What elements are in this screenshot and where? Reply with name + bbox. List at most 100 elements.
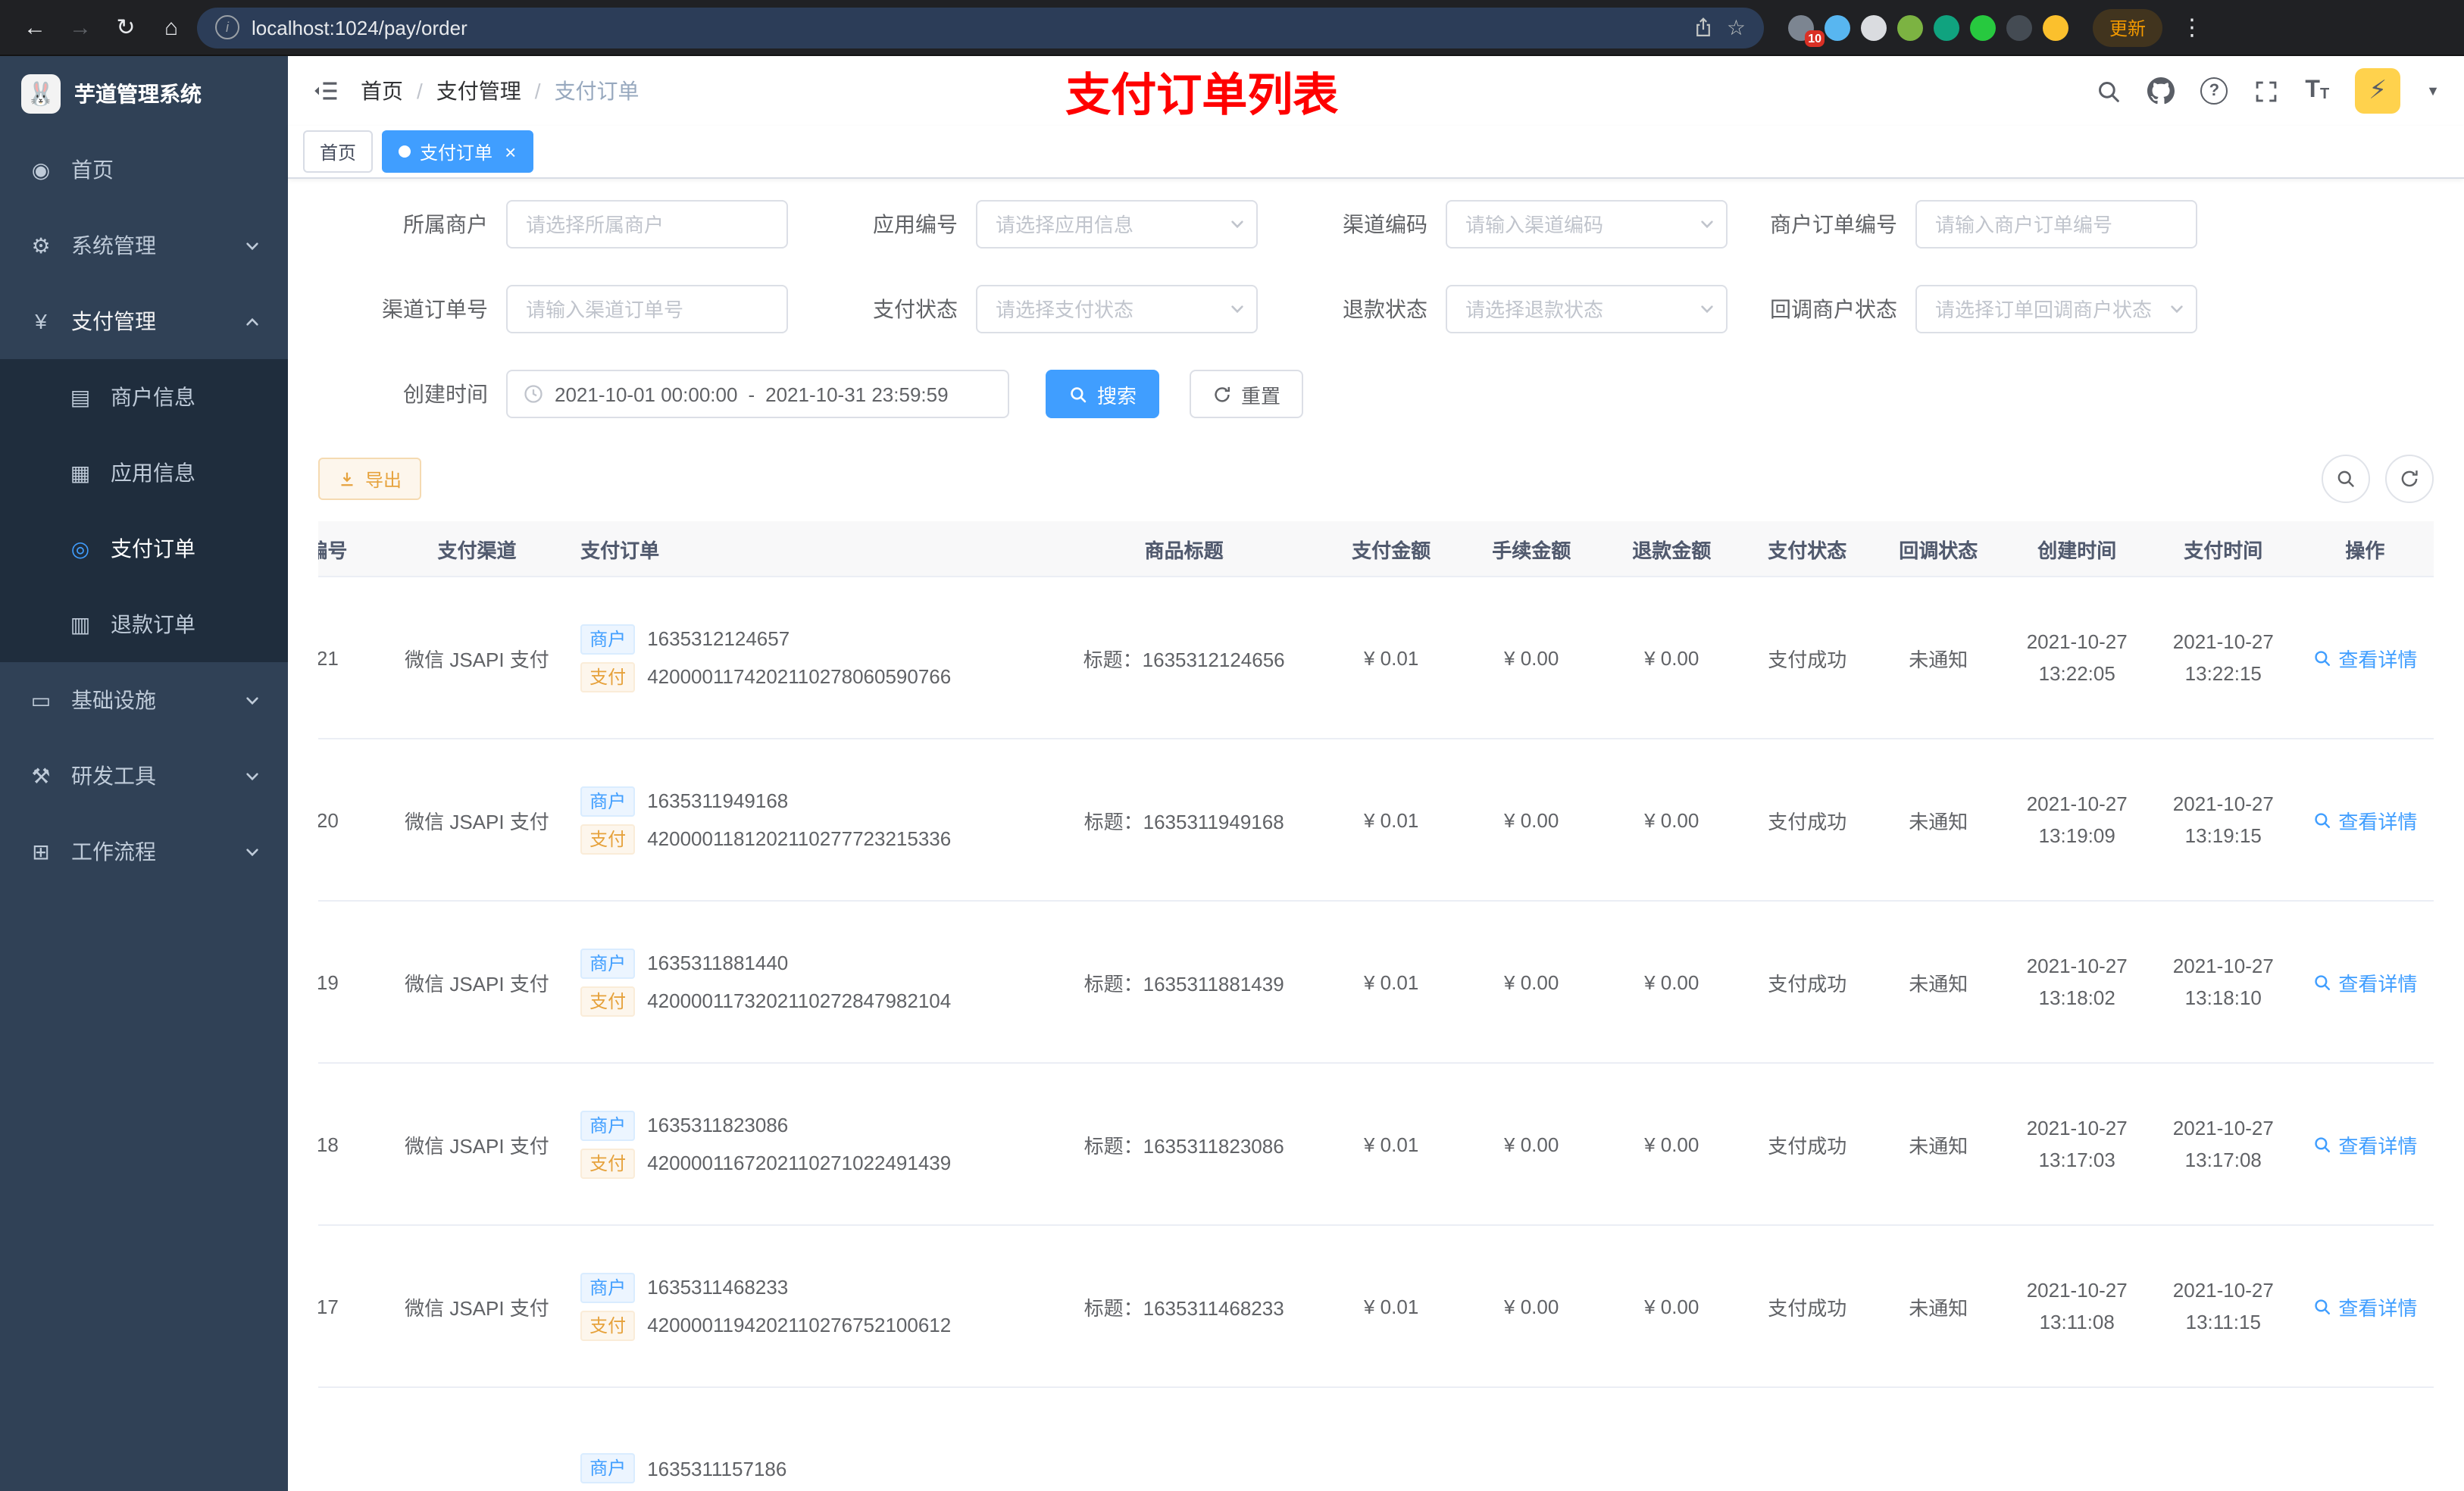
view-detail-link[interactable]: 查看详情 bbox=[2312, 1130, 2417, 1158]
sidebar-item-merchant-info[interactable]: ▤ 商户信息 bbox=[0, 359, 288, 435]
forward-icon[interactable]: → bbox=[61, 8, 100, 47]
filter-pay-status-input[interactable] bbox=[976, 285, 1258, 333]
refresh-button[interactable] bbox=[2385, 455, 2434, 503]
view-detail-link[interactable]: 查看详情 bbox=[2312, 805, 2417, 834]
cell-title: 标题：1635311823086 bbox=[1046, 1063, 1321, 1226]
back-icon[interactable]: ← bbox=[15, 8, 55, 47]
sidebar-item-dev-tools[interactable]: ⚒ 研发工具 bbox=[0, 738, 288, 814]
cell-order: 商户 1635311823086 支付 42000011672021102710224… bbox=[571, 1063, 1047, 1226]
col-order: 支付订单 bbox=[571, 521, 1047, 577]
filter-channel-code-input[interactable] bbox=[1446, 200, 1728, 248]
site-info-icon[interactable]: i bbox=[215, 15, 239, 39]
fullscreen-icon[interactable] bbox=[2253, 78, 2279, 104]
cell-create_time: 2021-10-27 13:18:02 bbox=[2003, 901, 2150, 1064]
extension-light-ring[interactable] bbox=[1861, 14, 1887, 40]
reset-button[interactable]: 重置 bbox=[1190, 370, 1304, 418]
gear-icon: ⚙ bbox=[31, 233, 51, 257]
sidebar-item-infrastructure[interactable]: ▭ 基础设施 bbox=[0, 662, 288, 738]
extension-chatgpt[interactable] bbox=[1934, 14, 1959, 40]
cell-id bbox=[318, 1387, 383, 1491]
user-avatar[interactable]: ⚡ bbox=[2355, 68, 2401, 114]
cell-pay_time bbox=[2150, 1387, 2297, 1491]
screen: ← → ↻ ⌂ i localhost:1024/pay/order ☆ 10 … bbox=[0, 0, 2464, 1491]
view-detail-link[interactable]: 查看详情 bbox=[2312, 1292, 2417, 1321]
share-icon[interactable] bbox=[1693, 17, 1715, 38]
browser-update-button[interactable]: 更新 bbox=[2093, 8, 2163, 46]
sidebar-item-app-info[interactable]: ▦ 应用信息 bbox=[0, 435, 288, 511]
sidebar-toggle-icon[interactable] bbox=[312, 77, 339, 105]
extension-green-dot[interactable] bbox=[1897, 14, 1923, 40]
reload-icon[interactable]: ↻ bbox=[106, 8, 145, 47]
sidebar-item-payment-order[interactable]: ◎ 支付订单 bbox=[0, 511, 288, 586]
order-number: 4200001167202110271022491439 bbox=[647, 1152, 952, 1174]
cell-create_time bbox=[2003, 1387, 2150, 1491]
breadcrumb-pay-management[interactable]: 支付管理 bbox=[436, 76, 521, 106]
help-icon[interactable]: ? bbox=[2200, 77, 2228, 105]
app-logo[interactable]: 🐰 芋道管理系统 bbox=[0, 56, 288, 132]
view-detail-link[interactable]: 查看详情 bbox=[2312, 643, 2417, 672]
tabs-bar: 首页 支付订单 × bbox=[288, 126, 2464, 179]
tab-home[interactable]: 首页 bbox=[303, 130, 374, 173]
view-detail-label: 查看详情 bbox=[2338, 1296, 2418, 1319]
extension-colorful[interactable]: 10 bbox=[1788, 14, 1825, 46]
target-icon: ◎ bbox=[70, 536, 90, 560]
filter-label: 创建时间 bbox=[403, 382, 488, 406]
order-number: 1635312124657 bbox=[647, 627, 790, 650]
cell-amount: ¥ 0.01 bbox=[1321, 1225, 1462, 1388]
filter-channel-order-no-input[interactable] bbox=[506, 285, 788, 333]
chevron-down-icon[interactable]: ▼ bbox=[2426, 83, 2440, 98]
cell-notify: 未通知 bbox=[1872, 1063, 2004, 1226]
cell-id: 17 bbox=[318, 1225, 383, 1388]
search-icon[interactable] bbox=[2096, 78, 2122, 104]
order-no-line: 支付 4200001173202110272847982104 bbox=[580, 986, 1038, 1016]
cell-create_time: 2021-10-27 13:11:08 bbox=[2003, 1225, 2150, 1388]
tab-label: 首页 bbox=[320, 142, 357, 163]
table-row: 19 微信 JSAPI 支付 商户 1635311881440 支付 4200001173… bbox=[318, 901, 2434, 1064]
cell-id: 19 bbox=[318, 901, 383, 1064]
sidebar-item-payment-management[interactable]: ¥ 支付管理 bbox=[0, 283, 288, 359]
font-size-icon[interactable]: TT bbox=[2305, 78, 2329, 103]
sidebar-item-refund-order[interactable]: ▥ 退款订单 bbox=[0, 586, 288, 662]
table-row: 商户 1635311157186 bbox=[318, 1387, 2434, 1491]
sidebar-item-label: 应用信息 bbox=[111, 461, 195, 485]
tab-payment-order[interactable]: 支付订单 × bbox=[382, 130, 533, 173]
extension-green-square[interactable] bbox=[1970, 14, 1996, 40]
breadcrumb-home[interactable]: 首页 bbox=[361, 76, 403, 106]
github-icon[interactable] bbox=[2147, 77, 2175, 105]
create-time-range-input[interactable]: 2021-10-01 00:00:00 - 2021-10-31 23:59:5… bbox=[506, 370, 1009, 418]
extension-dark-pin[interactable] bbox=[2006, 14, 2032, 40]
address-bar[interactable]: i localhost:1024/pay/order ☆ bbox=[197, 7, 1764, 48]
sidebar-item-home[interactable]: ◉ 首页 bbox=[0, 132, 288, 208]
filter-app-no-control bbox=[976, 200, 1258, 248]
filter-refund-status-input[interactable] bbox=[1446, 285, 1728, 333]
cell-fee: ¥ 0.00 bbox=[1461, 577, 1602, 739]
cell-amount: ¥ 0.01 bbox=[1321, 739, 1462, 902]
browser-menu-icon[interactable]: ⋮ bbox=[2181, 14, 2203, 41]
search-button[interactable]: 搜索 bbox=[1046, 370, 1160, 418]
extension-emoji-face[interactable] bbox=[2043, 14, 2068, 40]
extension-blue-drop[interactable] bbox=[1825, 14, 1850, 40]
chevron-down-icon bbox=[244, 843, 261, 860]
view-detail-link[interactable]: 查看详情 bbox=[2312, 967, 2417, 996]
cell-channel: 微信 JSAPI 支付 bbox=[382, 739, 572, 902]
filter-merchant-input[interactable] bbox=[506, 200, 788, 248]
home-icon[interactable]: ⌂ bbox=[152, 8, 191, 47]
filter-notify-status-input[interactable] bbox=[1915, 285, 2197, 333]
merchant-tag: 商户 bbox=[580, 624, 636, 654]
order-number: 4200001173202110272847982104 bbox=[647, 989, 952, 1012]
order-no-line: 支付 4200001194202110276752100612 bbox=[580, 1310, 1038, 1340]
tab-label: 支付订单 bbox=[420, 142, 493, 163]
show-search-button[interactable] bbox=[2322, 455, 2370, 503]
sidebar-item-workflow[interactable]: ⊞ 工作流程 bbox=[0, 814, 288, 889]
cell-status: 支付成功 bbox=[1741, 901, 1873, 1064]
filter-app-no-input[interactable] bbox=[976, 200, 1258, 248]
filter-merchant-order-no-input[interactable] bbox=[1915, 200, 2197, 248]
sidebar-item-system-management[interactable]: ⚙ 系统管理 bbox=[0, 208, 288, 283]
breadcrumb-current: 支付订单 bbox=[554, 79, 639, 103]
cell-fee: ¥ 0.00 bbox=[1461, 901, 1602, 1064]
close-icon[interactable]: × bbox=[505, 142, 516, 161]
export-button[interactable]: 导出 bbox=[318, 458, 422, 500]
filter-pay-status-control bbox=[976, 285, 1258, 333]
filter-merchant: 所属商户 bbox=[318, 200, 788, 248]
bookmark-star-icon[interactable]: ☆ bbox=[1727, 14, 1746, 40]
